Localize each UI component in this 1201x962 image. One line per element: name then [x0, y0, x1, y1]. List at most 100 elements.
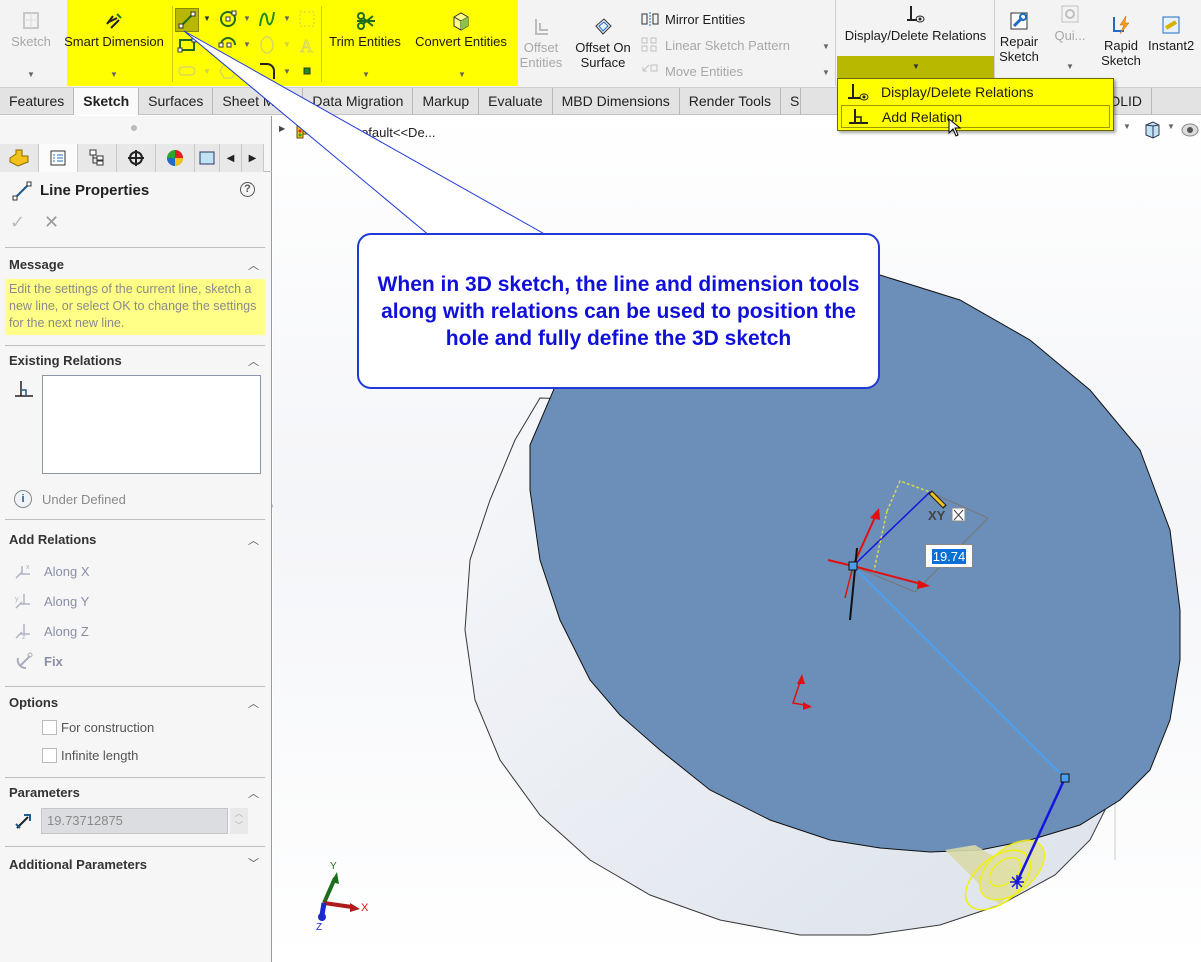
linear-pattern-caret-icon[interactable]: ▼: [822, 42, 830, 51]
smart-dimension-button[interactable]: Smart Dimension: [60, 10, 168, 49]
menu-item-display-delete-relations[interactable]: Display/Delete Relations: [841, 80, 1110, 103]
slot-tool[interactable]: [176, 60, 198, 82]
tab-sketch[interactable]: Sketch: [74, 88, 140, 115]
tab-display-manager[interactable]: [156, 144, 195, 172]
tab-property-manager[interactable]: [39, 144, 78, 172]
expand-additional-parameters-chevron-icon[interactable]: ﹀: [248, 855, 259, 871]
arc-tool[interactable]: [217, 34, 239, 56]
existing-relations-list[interactable]: [42, 375, 261, 474]
text-icon: A: [300, 36, 314, 56]
ellipse-tool[interactable]: [256, 34, 278, 56]
move-entities-button[interactable]: Move Entities: [641, 63, 743, 79]
trim-caret-icon[interactable]: ▼: [362, 70, 370, 79]
spline-caret-icon[interactable]: ▼: [283, 14, 291, 23]
text-tool[interactable]: A: [296, 34, 318, 56]
help-icon[interactable]: ?: [240, 182, 255, 197]
offset-entities-button[interactable]: Offset Entities: [518, 16, 564, 70]
menu-item-add-relation[interactable]: Add Relation: [841, 105, 1110, 128]
trim-entities-button[interactable]: Trim Entities: [326, 10, 404, 49]
tab-scroll-left[interactable]: ◀: [220, 144, 242, 172]
tab-cam-manager[interactable]: [195, 144, 220, 172]
sketch-button[interactable]: Sketch: [6, 10, 56, 49]
sketch-point[interactable]: [848, 561, 858, 571]
property-manager-icon: [50, 150, 66, 166]
collapse-add-relations-chevron-icon[interactable]: ︿: [248, 532, 259, 548]
collapse-options-chevron-icon[interactable]: ︿: [248, 695, 259, 711]
tab-evaluate[interactable]: Evaluate: [479, 88, 553, 115]
dimension-value[interactable]: 19.74: [931, 548, 967, 564]
tab-configuration-manager[interactable]: [78, 144, 117, 172]
checkbox-box[interactable]: [42, 748, 57, 763]
relation-fix[interactable]: Fix: [14, 652, 63, 670]
relation-along-y[interactable]: y Along Y: [14, 592, 89, 610]
collapse-parameters-chevron-icon[interactable]: ︿: [248, 785, 259, 801]
plane-icon: [299, 11, 315, 27]
point-tool[interactable]: [296, 60, 318, 82]
line-caret-icon[interactable]: ▼: [203, 14, 211, 23]
dimension-input[interactable]: 19.74: [925, 544, 973, 568]
mirror-entities-button[interactable]: Mirror Entities: [641, 11, 745, 27]
tab-sheet-metal[interactable]: Sheet Metal: [213, 88, 304, 115]
arc-caret-icon[interactable]: ▼: [243, 40, 251, 49]
length-input[interactable]: 19.73712875: [41, 808, 228, 834]
ellipse-caret-icon[interactable]: ▼: [283, 40, 291, 49]
separator: [994, 0, 995, 86]
divider: [5, 247, 265, 248]
length-spinner[interactable]: ︿ ﹀: [230, 808, 248, 834]
additional-parameters-title: Additional Parameters: [9, 857, 147, 872]
checkbox-box[interactable]: [42, 720, 57, 735]
arrow-right-icon: ▶: [248, 152, 257, 164]
tab-scroll-right[interactable]: ▶: [242, 144, 264, 172]
smart-dimension-caret-icon[interactable]: ▼: [110, 70, 118, 79]
relation-along-z[interactable]: z Along Z: [14, 622, 89, 640]
relation-along-x[interactable]: x Along X: [14, 562, 90, 580]
circle-caret-icon[interactable]: ▼: [243, 14, 251, 23]
tab-render-tools[interactable]: Render Tools: [680, 88, 782, 115]
instant2d-button[interactable]: Instant2: [1148, 14, 1201, 53]
repair-sketch-button[interactable]: Repair Sketch: [996, 10, 1042, 64]
circle-tool[interactable]: [217, 8, 239, 30]
hole-center-point[interactable]: [1010, 875, 1024, 889]
configuration-icon: [89, 149, 104, 166]
cancel-x-icon[interactable]: ✕: [44, 212, 59, 233]
ok-check-icon[interactable]: ✓: [10, 212, 25, 233]
display-delete-relations-button[interactable]: Display/Delete Relations: [838, 4, 993, 43]
fillet-caret-icon[interactable]: ▼: [283, 67, 291, 76]
tab-mbd-dimensions[interactable]: MBD Dimensions: [553, 88, 680, 115]
panel-title: Line Properties: [40, 182, 150, 199]
quick-snaps-caret-icon[interactable]: ▼: [1066, 62, 1074, 71]
collapse-existing-relations-chevron-icon[interactable]: ︿: [248, 353, 259, 369]
sketch-caret-icon[interactable]: ▼: [27, 70, 35, 79]
quick-snaps-button[interactable]: Qui...: [1047, 4, 1093, 43]
relations-dropdown-caret-icon[interactable]: ▼: [912, 62, 920, 71]
infinite-length-checkbox[interactable]: Infinite length: [42, 748, 138, 763]
relations-dropdown-menu: Display/Delete Relations Add Relation: [837, 78, 1114, 131]
rapid-sketch-button[interactable]: Rapid Sketch: [1096, 14, 1146, 68]
tab-dimxpert-manager[interactable]: [117, 144, 156, 172]
offset-on-surface-button[interactable]: Offset On Surface: [568, 16, 638, 70]
line-tool[interactable]: [175, 8, 199, 32]
tab-markup[interactable]: Markup: [413, 88, 480, 115]
sketch-point[interactable]: [1060, 773, 1070, 783]
move-entities-caret-icon[interactable]: ▼: [822, 68, 830, 77]
convert-entities-button[interactable]: Convert Entities: [410, 10, 512, 49]
tab-surfaces[interactable]: Surfaces: [139, 88, 214, 115]
fillet-tool[interactable]: [256, 60, 278, 82]
collapse-message-chevron-icon[interactable]: ︿: [248, 257, 259, 273]
tab-feature-manager[interactable]: [0, 144, 39, 172]
svg-text:x: x: [26, 564, 30, 571]
tab-features[interactable]: Features: [0, 88, 75, 115]
rectangle-tool[interactable]: [176, 34, 198, 56]
convert-caret-icon[interactable]: ▼: [458, 70, 466, 79]
linear-sketch-pattern-button[interactable]: Linear Sketch Pattern: [641, 37, 790, 53]
plane-tool[interactable]: [296, 8, 318, 30]
for-construction-checkbox[interactable]: For construction: [42, 720, 154, 735]
tab-data-migration[interactable]: Data Migration: [303, 88, 414, 115]
panel-grip-icon[interactable]: [131, 125, 137, 131]
slot-caret-icon[interactable]: ▼: [203, 67, 211, 76]
tab-s[interactable]: S: [781, 88, 802, 115]
spline-icon: [259, 11, 275, 27]
mirror-icon: [641, 12, 659, 26]
spline-tool[interactable]: [256, 8, 278, 30]
polygon-tool[interactable]: [217, 60, 239, 82]
